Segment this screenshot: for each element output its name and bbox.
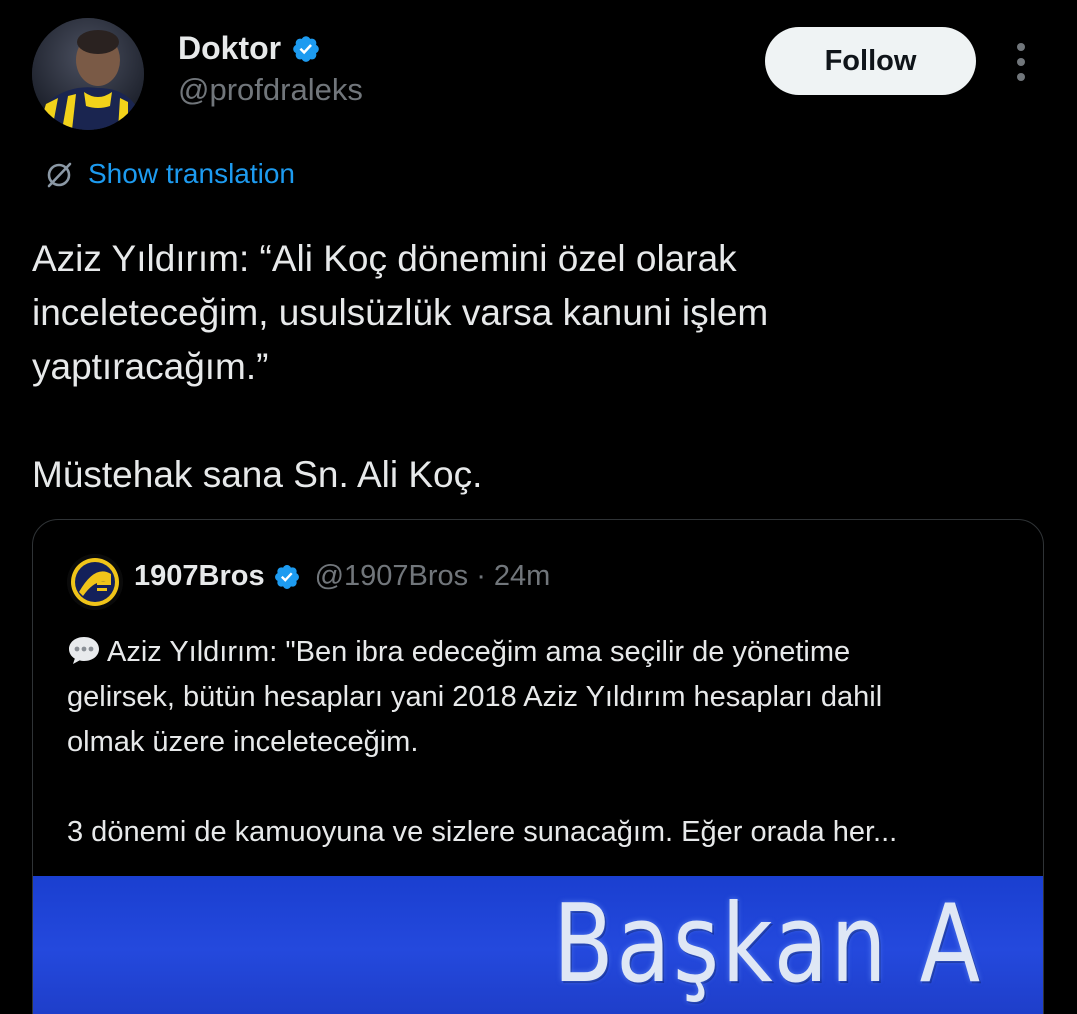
quoted-author-avatar[interactable] xyxy=(67,554,123,610)
quoted-separator: · xyxy=(476,560,486,592)
tweet-text-second-paragraph: Müstehak sana Sn. Ali Koç. xyxy=(32,454,483,495)
quoted-avatar-logo xyxy=(67,554,123,610)
verified-badge-icon[interactable] xyxy=(273,563,301,591)
more-dot xyxy=(1017,43,1025,51)
avatar-photo xyxy=(32,18,144,130)
quoted-media-image[interactable]: Başkan A xyxy=(33,876,1043,1014)
quoted-body-text: Aziz Yıldırım: "Ben ibra edeceğim ama se… xyxy=(67,636,883,758)
quoted-body: Aziz Yıldırım: "Ben ibra edeceğim ama se… xyxy=(67,630,1027,765)
quoted-tweet-card[interactable]: 1907Bros @1907Bros · 24m Aziz Yıldırım: … xyxy=(32,519,1044,1014)
globe-icon xyxy=(47,162,72,188)
verified-badge-icon[interactable] xyxy=(291,34,321,64)
media-caption-text: Başkan A xyxy=(553,882,983,1007)
quoted-timestamp[interactable]: 24m xyxy=(494,560,550,593)
quoted-handle[interactable]: @1907Bros xyxy=(315,560,469,593)
follow-button[interactable]: Follow xyxy=(765,27,976,95)
tweet-text: Aziz Yıldırım: “Ali Koç dönemini özel ol… xyxy=(32,238,769,387)
quoted-display-name[interactable]: 1907Bros xyxy=(134,560,265,593)
speech-balloon-icon xyxy=(69,637,99,664)
tweet-page: Doktor @profdraleks Follow Show translat… xyxy=(0,0,1077,1014)
more-dot xyxy=(1017,73,1025,81)
quoted-body-second-paragraph: 3 dönemi de kamuoyuna ve sizlere sunacağ… xyxy=(67,816,898,848)
more-dot xyxy=(1017,58,1025,66)
show-translation-link[interactable]: Show translation xyxy=(44,158,295,190)
show-translation-label: Show translation xyxy=(88,158,296,189)
author-handle[interactable]: @profdraleks xyxy=(178,72,363,108)
more-options-icon[interactable] xyxy=(1005,40,1037,84)
quoted-header: 1907Bros @1907Bros · 24m xyxy=(134,560,550,593)
author-display-name[interactable]: Doktor xyxy=(178,30,281,67)
author-name-row: Doktor xyxy=(178,30,321,67)
author-avatar[interactable] xyxy=(32,18,144,130)
